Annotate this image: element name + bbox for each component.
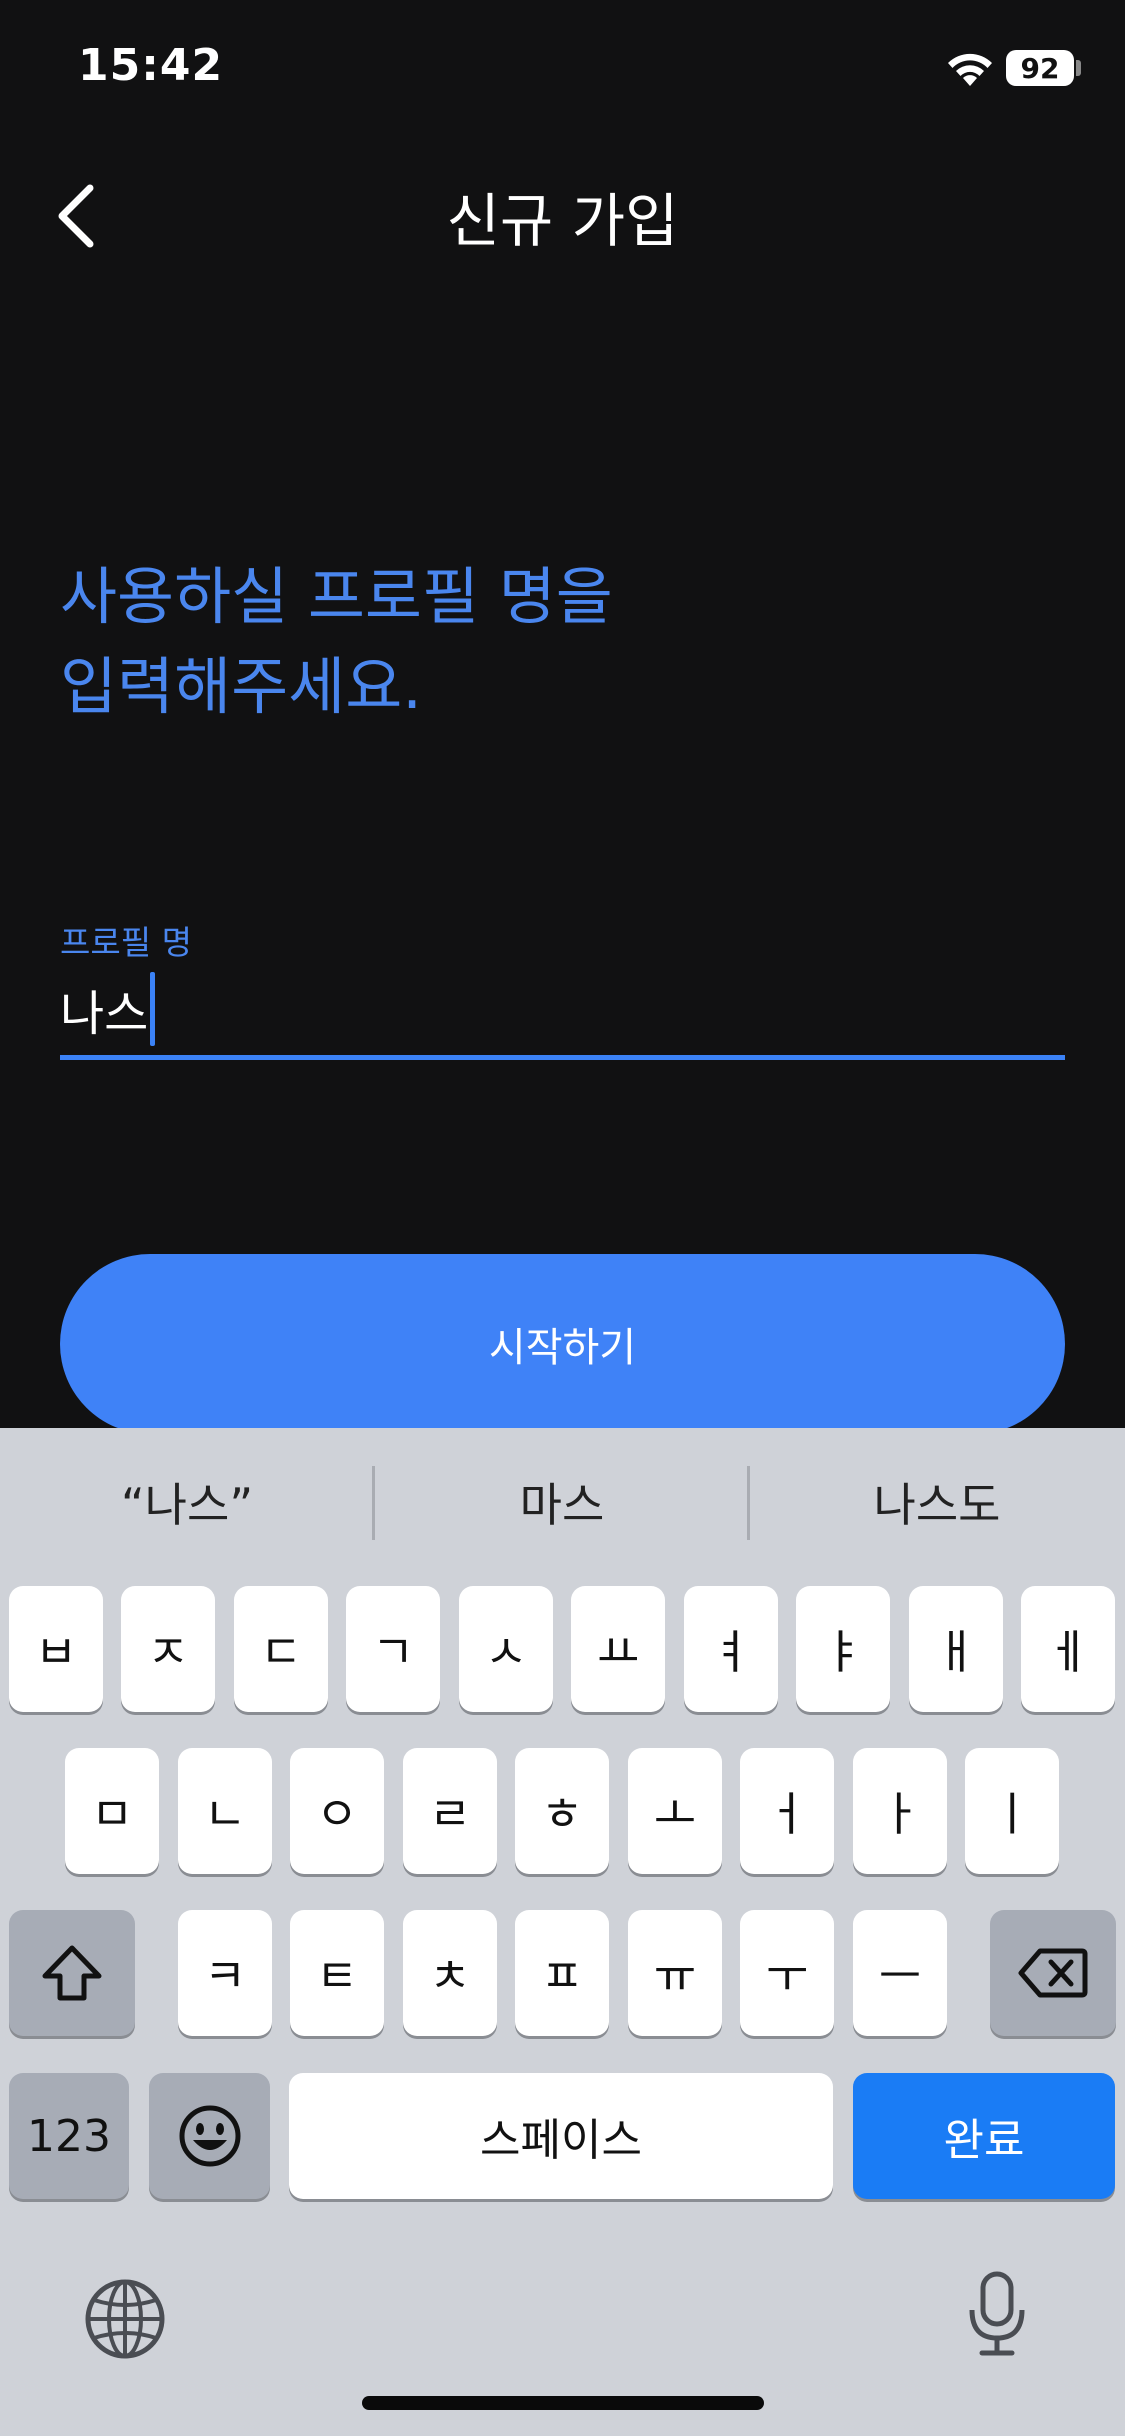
start-button[interactable]: 시작하기: [60, 1254, 1065, 1434]
profile-name-value: 나스: [60, 986, 149, 1042]
key-label: ㅎ: [540, 1787, 584, 1841]
key-6[interactable]: ㅛ: [571, 1586, 665, 1712]
key-label: ㅜ: [765, 1949, 809, 2003]
microphone-icon[interactable]: [966, 2270, 1028, 2358]
globe-icon[interactable]: [84, 2278, 166, 2360]
key-2[interactable]: ㅈ: [121, 1586, 215, 1712]
key-20[interactable]: ㅋ: [178, 1910, 272, 2036]
backspace-icon: [1018, 1948, 1088, 1998]
key-3[interactable]: ㄷ: [234, 1586, 328, 1712]
key-16[interactable]: ㅗ: [628, 1748, 722, 1874]
emoji-key[interactable]: [149, 2073, 270, 2199]
key-label: ㅔ: [1046, 1625, 1090, 1679]
headline-line-2: 입력해주세요.: [60, 650, 422, 723]
key-label: ㅅ: [484, 1625, 528, 1679]
key-label: ㅊ: [428, 1949, 472, 2003]
key-8[interactable]: ㅑ: [796, 1586, 890, 1712]
space-key[interactable]: 스페이스: [289, 2073, 833, 2199]
key-label: ㅑ: [821, 1625, 865, 1679]
shift-key[interactable]: [9, 1910, 135, 2036]
key-label: ㅐ: [934, 1625, 978, 1679]
key-19[interactable]: ㅣ: [965, 1748, 1059, 1874]
suggestion-1[interactable]: “나스”: [0, 1462, 374, 1542]
key-10[interactable]: ㅔ: [1021, 1586, 1115, 1712]
key-label: ㄷ: [259, 1625, 303, 1679]
battery-indicator: 92: [1006, 50, 1074, 86]
emoji-icon: [179, 2105, 240, 2167]
key-label: ㅈ: [146, 1625, 190, 1679]
key-4[interactable]: ㄱ: [346, 1586, 440, 1712]
text-caret: [150, 972, 156, 1046]
key-label: ㅋ: [203, 1949, 247, 2003]
key-label: ㅌ: [315, 1949, 359, 2003]
profile-name-input[interactable]: 나스: [60, 972, 156, 1046]
key-18[interactable]: ㅏ: [853, 1748, 947, 1874]
key-label: ㅠ: [653, 1949, 697, 2003]
key-label: ㅂ: [34, 1625, 78, 1679]
key-label: ㅗ: [653, 1787, 697, 1841]
key-12[interactable]: ㄴ: [178, 1748, 272, 1874]
key-9[interactable]: ㅐ: [909, 1586, 1003, 1712]
headline: 사용하실 프로필 명을 입력해주세요.: [60, 552, 960, 732]
numbers-key[interactable]: 123: [9, 2073, 129, 2199]
key-label: ㅡ: [878, 1949, 922, 2003]
key-1[interactable]: ㅂ: [9, 1586, 103, 1712]
key-label: ㅇ: [315, 1787, 359, 1841]
key-label: ㄱ: [371, 1625, 415, 1679]
key-14[interactable]: ㄹ: [403, 1748, 497, 1874]
key-label: ㅣ: [990, 1787, 1034, 1841]
key-label: ㄹ: [428, 1787, 472, 1841]
key-15[interactable]: ㅎ: [515, 1748, 609, 1874]
suggestion-3[interactable]: 나스도: [750, 1462, 1124, 1542]
input-underline: [60, 1055, 1065, 1060]
key-label: ㅏ: [878, 1787, 922, 1841]
key-label: ㅛ: [596, 1625, 640, 1679]
key-24[interactable]: ㅠ: [628, 1910, 722, 2036]
key-26[interactable]: ㅡ: [853, 1910, 947, 2036]
key-21[interactable]: ㅌ: [290, 1910, 384, 2036]
wifi-icon: [948, 53, 992, 86]
headline-line-1: 사용하실 프로필 명을: [60, 560, 613, 633]
key-22[interactable]: ㅊ: [403, 1910, 497, 2036]
done-key[interactable]: 완료: [853, 2073, 1115, 2199]
key-25[interactable]: ㅜ: [740, 1910, 834, 2036]
key-label: ㅕ: [709, 1625, 753, 1679]
key-23[interactable]: ㅍ: [515, 1910, 609, 2036]
key-label: ㅍ: [540, 1949, 584, 2003]
key-13[interactable]: ㅇ: [290, 1748, 384, 1874]
key-label: ㅓ: [765, 1787, 809, 1841]
home-indicator: [362, 2396, 764, 2410]
key-label: ㅁ: [90, 1787, 134, 1841]
key-5[interactable]: ㅅ: [459, 1586, 553, 1712]
page-title: 신규 가입: [446, 187, 679, 255]
key-17[interactable]: ㅓ: [740, 1748, 834, 1874]
key-label: ㄴ: [203, 1787, 247, 1841]
key-7[interactable]: ㅕ: [684, 1586, 778, 1712]
key-11[interactable]: ㅁ: [65, 1748, 159, 1874]
shift-icon: [42, 1945, 102, 2001]
battery-nub: [1076, 60, 1081, 76]
suggestion-2[interactable]: 마스: [375, 1462, 749, 1542]
profile-name-label: 프로필 명: [60, 923, 192, 962]
status-time: 15:42: [78, 40, 224, 91]
backspace-key[interactable]: [990, 1910, 1116, 2036]
